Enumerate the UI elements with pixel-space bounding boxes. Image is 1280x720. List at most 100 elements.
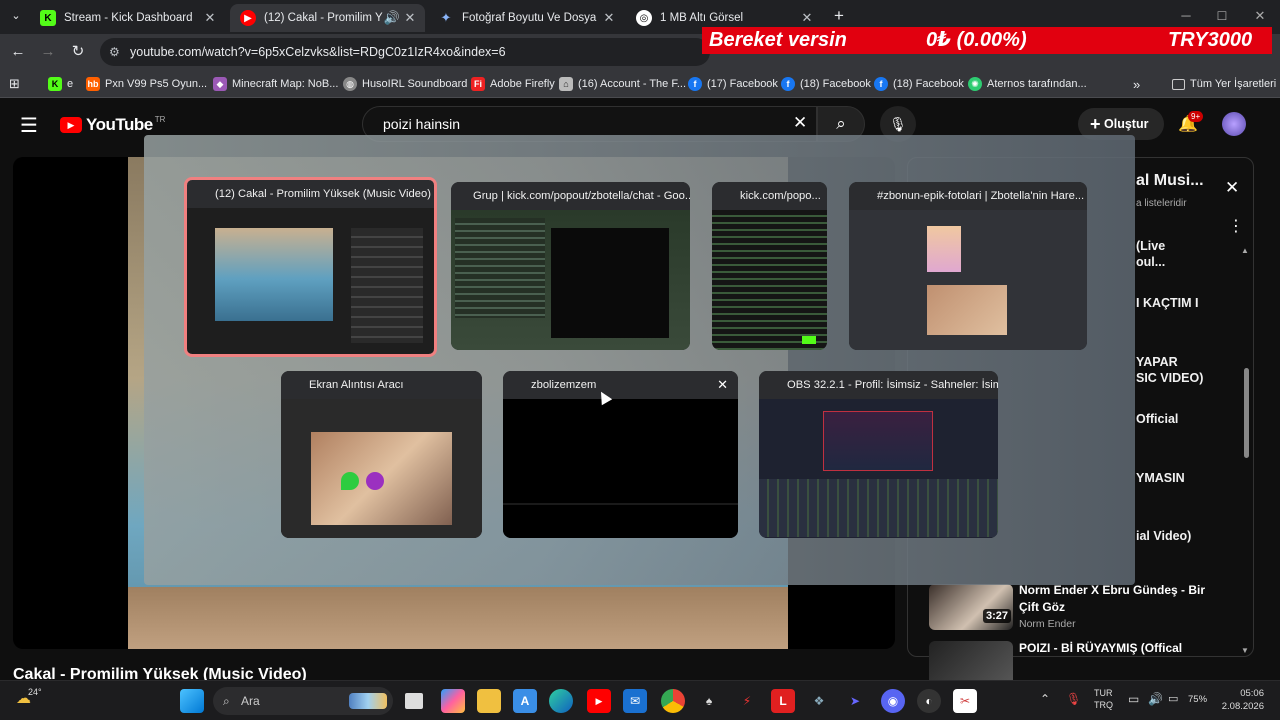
close-tab-icon[interactable]: ✕ [600,10,618,26]
app-icon[interactable]: L [771,689,795,713]
bookmark-item[interactable]: f (17) Facebook [688,76,778,92]
network-icon[interactable]: ▭ [1128,692,1139,706]
language-indicator[interactable]: TUR TRQ [1094,687,1113,711]
notification-badge: 9+ [1188,111,1204,122]
switcher-window-kick-chat[interactable]: Grup | kick.com/popout/zbotella/chat - G… [451,182,690,350]
show-hidden-icons[interactable]: ⌃ [1040,692,1050,706]
playlist-item-text[interactable]: YMASIN [1136,471,1185,485]
bookmark-item[interactable]: ⌂ (16) Account - The F... [559,76,686,92]
bookmark-item[interactable]: hb Pxn V99 Ps5 Oyun... [86,76,207,92]
apps-icon[interactable]: ⊞ [9,76,20,92]
bookmark-item[interactable]: f (18) Facebook [781,76,871,92]
playlist-subtitle: a listeleridir [1136,198,1187,209]
window-thumbnail [712,210,827,350]
start-icon[interactable] [180,689,204,713]
playlist-item-text[interactable]: YAPAR [1136,355,1178,369]
bookmark-item[interactable]: Fi Adobe Firefly [471,76,555,92]
playlist-item-text[interactable]: ial Video) [1136,529,1191,543]
discord-taskbar-icon[interactable]: ◉ [881,689,905,713]
video-thumbnail[interactable] [929,584,1013,630]
switcher-window-kick-popout[interactable]: K kick.com/popo... [712,182,827,350]
switcher-window-snipping-tool[interactable]: ✂ Ekran Alıntısı Aracı [281,371,482,538]
app-icon[interactable]: ⚡ [735,689,759,713]
volume-icon[interactable]: 🔊 [1148,692,1163,706]
app-icon[interactable]: ❖ [807,689,831,713]
playlist-item-text[interactable]: Official [1136,412,1178,426]
more-options-icon[interactable]: ⋮ [1228,216,1244,236]
taskbar-search[interactable]: ⌕ Ara [213,687,393,715]
tab-youtube[interactable]: ▶ (12) Cakal - Promilim Yüksek 🔊 ✕ [230,4,425,32]
all-bookmarks[interactable]: Tüm Yer İşaretleri [1172,76,1276,92]
facebook-icon: f [874,77,888,91]
window-thumbnail [281,399,482,538]
playlist-item-text[interactable]: (Live [1136,239,1165,253]
youtube-logo[interactable]: ▶ YouTube TR [60,115,165,135]
search-icon: ⌕ [836,114,846,133]
obs-taskbar-icon[interactable]: ◐ [917,689,941,713]
close-tab-icon[interactable]: ✕ [401,10,419,26]
reload-icon[interactable]: ↻ [68,42,88,62]
kick-icon: K [48,77,62,91]
bookmark-item[interactable]: ◍ HusoIRL Soundboard [343,76,467,92]
store-icon[interactable]: A [513,689,537,713]
bookmark-item[interactable]: Ke [48,76,73,92]
address-bar[interactable]: ⚙ youtube.com/watch?v=6p5xCelzvks&list=R… [100,38,710,66]
avatar[interactable] [1222,112,1246,136]
related-video-title[interactable]: POIZI - Bİ RÜYAYMIŞ (Offical [1019,641,1219,655]
weather-temp: 24° [28,687,42,697]
bookmark-item[interactable]: ◆ Minecraft Map: NoB... [213,76,338,92]
switcher-window-obs[interactable]: ◐ OBS 32.2.1 - Profil: İsimsiz - Sahnele… [759,371,998,538]
tab-kick-dashboard[interactable]: K Stream - Kick Dashboard ✕ [30,4,225,32]
switcher-window-chrome-youtube[interactable]: (12) Cakal - Promilim Yüksek (Music Vide… [184,177,437,357]
more-bookmarks-icon[interactable]: » [1133,76,1140,92]
maximize-button[interactable]: ☐ [1212,6,1232,26]
copilot-icon[interactable] [441,689,465,713]
ticker-symbol: TRY3000 [1168,29,1253,51]
audio-icon[interactable]: 🔊 [383,10,401,26]
back-icon[interactable]: ← [8,42,28,62]
app-icon[interactable]: ♠ [697,689,721,713]
playlist-item-text[interactable]: SIC VIDEO) [1136,371,1203,385]
edge-icon[interactable] [549,689,573,713]
mail-icon[interactable]: ✉ [623,689,647,713]
clear-search-icon[interactable]: ✕ [793,113,807,133]
close-window-button[interactable]: ✕ [1250,6,1270,26]
tab-list-button[interactable]: ⌄ [6,6,26,26]
channel-name[interactable]: Norm Ender [1019,618,1076,630]
bookmark-item[interactable]: f (18) Facebook [874,76,964,92]
window-thumbnail [849,210,1087,350]
switcher-window-discord-photos[interactable]: ◉ #zbonun-epik-fotolari | Zbotella'nin H… [849,182,1087,350]
new-tab-button[interactable]: + [829,6,849,26]
scroll-down-icon[interactable]: ▼ [1241,646,1249,655]
close-window-icon[interactable]: ✕ [717,377,728,393]
minimize-button[interactable]: ─ [1176,6,1196,26]
plus-icon: + [1090,114,1101,134]
playlist-item-text[interactable]: I KAÇTIM I [1136,296,1199,310]
related-video-title[interactable]: Norm Ender X Ebru Gündeş - Bir Çift Göz [1019,582,1209,616]
file-explorer-icon[interactable] [477,689,501,713]
forward-icon[interactable]: → [38,42,58,62]
bookmark-item[interactable]: ✺ Aternos tarafından... [968,76,1087,92]
playlist-item-text[interactable]: oul... [1136,255,1165,269]
chrome-taskbar-icon[interactable] [661,689,685,713]
scroll-up-icon[interactable]: ▲ [1241,246,1249,255]
app-icon[interactable]: ➤ [843,689,867,713]
close-tab-icon[interactable]: ✕ [201,10,219,26]
window-thumbnail [451,210,690,350]
task-view-icon[interactable] [405,693,423,709]
switcher-window-discord-zbolizemzem[interactable]: ◉ zbolizemzem ✕ [503,371,738,538]
microphone-icon[interactable]: 🎙 [1066,692,1081,706]
clock[interactable]: 05:06 2.08.2026 [1200,687,1264,713]
window-thumbnail [503,399,738,538]
close-playlist-icon[interactable]: ✕ [1225,178,1239,198]
youtube-app-icon[interactable]: ▶ [587,689,611,713]
task-switcher: (12) Cakal - Promilim Yüksek (Music Vide… [144,135,1135,585]
menu-icon[interactable]: ☰ [20,113,38,138]
close-tab-icon[interactable]: ✕ [798,10,816,26]
video-thumbnail[interactable] [929,641,1013,680]
snipping-tool-taskbar-icon[interactable]: ✂ [953,689,977,713]
battery-icon[interactable]: ▭ [1168,692,1178,705]
tab-gemini[interactable]: ✦ Fotoğraf Boyutu Ve Dosya Boyut ✕ [428,4,624,32]
site-info-icon[interactable]: ⚙ [109,38,120,66]
scrollbar-thumb[interactable] [1244,368,1249,458]
